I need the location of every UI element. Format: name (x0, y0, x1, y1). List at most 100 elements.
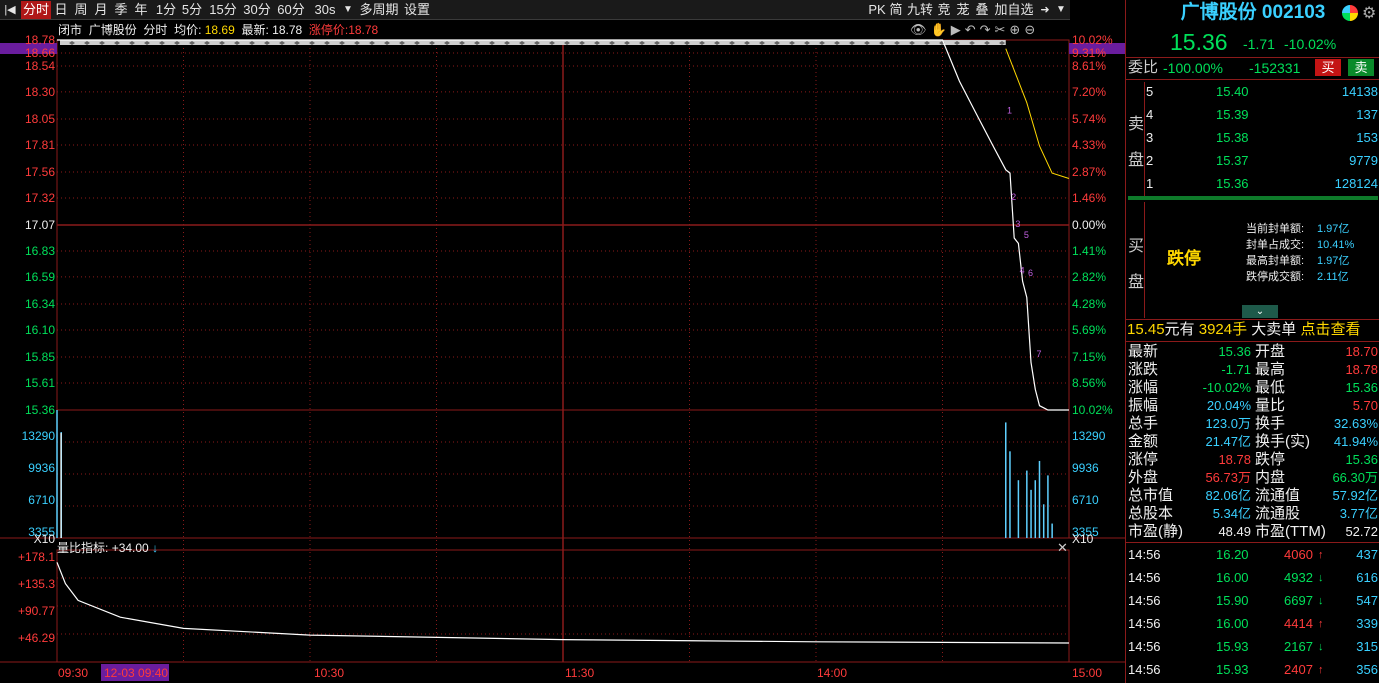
big-order-price: 15.45 (1127, 321, 1165, 338)
seal-info-label: 当前封单额: (1246, 223, 1305, 235)
chart-canvas: 1 2 3 4 5 6 7 (0, 39, 1125, 681)
tick-count: 616 (1356, 570, 1378, 585)
signal-marker: 1 (1007, 106, 1012, 116)
auction-button[interactable]: 竞 (936, 1, 952, 19)
buy-button[interactable]: 买 (1315, 59, 1341, 76)
quote-panel: 广博股份 002103 ⚙ 15.36 -1.71 -10.02% 委比 -10… (1125, 0, 1379, 683)
play-icon[interactable]: ▶ (951, 22, 965, 37)
stat-value: 32.63% (1333, 416, 1378, 431)
pct-tick-label: 4.28% (1072, 296, 1107, 311)
chart-tools: 👁✋▶↶↷✂⊕⊖ (910, 22, 1070, 38)
scissors-icon[interactable]: ✂ (995, 22, 1010, 37)
price-tick-label: 17.32 (24, 190, 55, 205)
tab-30s[interactable]: 30s (312, 1, 338, 19)
pk-button[interactable]: PK (868, 1, 886, 19)
stat-value: 57.92亿 (1332, 488, 1378, 503)
big-order-bar[interactable]: 15.45元有 3924手 大卖单 点击查看 (1127, 321, 1360, 339)
tab-year[interactable]: 年 (133, 1, 149, 19)
avg-value: 18.69 (204, 23, 235, 37)
tab-day[interactable]: 日 (53, 1, 69, 19)
seal-info-label: 跌停成交额: (1246, 271, 1305, 283)
more-chevron-icon[interactable]: ▼ (1054, 1, 1068, 19)
back-icon[interactable]: |◀ (1, 1, 19, 19)
jiao-button[interactable]: 茏 (955, 1, 971, 19)
pct-tick-label: 9.31% (1072, 45, 1107, 60)
big-order-link[interactable]: 点击查看 (1300, 321, 1360, 338)
intraday-chart[interactable]: 1 2 3 4 5 6 7 闭市 广博股份 分时 均价: 18.69 最新: 18.78 涨… (0, 20, 1125, 683)
latest-label: 最新: (241, 23, 269, 37)
big-order-label: 大卖单 (1251, 321, 1297, 338)
tab-month[interactable]: 月 (93, 1, 109, 19)
current-price: 15.36 (1170, 29, 1228, 55)
sell-button[interactable]: 卖 (1348, 59, 1374, 76)
price-tick-label: 17.07 (24, 218, 55, 232)
seal-info-value: 1.97亿 (1317, 223, 1350, 235)
seal-info-value: 2.11亿 (1317, 271, 1349, 283)
forward-icon[interactable]: ➜ (1037, 1, 1053, 19)
pie-icon[interactable] (1342, 5, 1358, 21)
stat-value: 5.70 (1352, 398, 1378, 413)
avg-label: 均价: (174, 23, 202, 37)
undo-icon[interactable]: ↶ (965, 22, 980, 37)
tab-1min[interactable]: 1分 (154, 1, 178, 19)
price-tick-label: 16.83 (24, 243, 55, 258)
hand-icon[interactable]: ✋ (931, 22, 951, 37)
tab-15min[interactable]: 15分 (208, 1, 238, 19)
pct-tick-label: 5.74% (1072, 111, 1107, 126)
price-tick-label: 17.56 (24, 164, 55, 179)
chart-stock-name: 广博股份 (88, 23, 137, 37)
limit-down-badge: 跌停 (1167, 249, 1201, 268)
tab-30min[interactable]: 30分 (242, 1, 272, 19)
market-status: 闭市 (58, 23, 83, 37)
nine-turn-button[interactable]: 九转 (906, 1, 934, 19)
weibi-diff: -152331 (1249, 60, 1301, 76)
sell-volume: 128124 (1334, 176, 1378, 191)
signal-marker: 4 (1020, 266, 1025, 276)
pct-tick-label: 7.20% (1072, 84, 1107, 99)
price-tick-label: 17.81 (24, 137, 55, 152)
simple-button[interactable]: 简 (888, 1, 904, 19)
sell-volume: 14138 (1341, 84, 1378, 99)
tab-multi-period[interactable]: 多周期 (358, 1, 400, 19)
chevron-down-icon[interactable]: ▼ (340, 1, 356, 19)
price-change-pct: -10.02% (1284, 36, 1337, 52)
add-watchlist-button[interactable]: 加自选 (993, 1, 1035, 19)
price-change: -1.71 (1243, 36, 1275, 52)
tick-count: 437 (1356, 547, 1378, 562)
indicator-label: 量比指标: (57, 541, 109, 555)
zoom-out-icon[interactable]: ⊖ (1024, 22, 1039, 37)
price-tick-label: 18.30 (24, 84, 55, 99)
indicator-arrow: ↓ (152, 541, 159, 555)
pct-tick-label: 8.61% (1072, 58, 1107, 73)
close-indicator-icon[interactable]: ✕ (1057, 540, 1068, 556)
tab-fenshi[interactable]: 分时 (21, 1, 51, 19)
pct-tick-label: 10.02% (1072, 33, 1113, 47)
tick-count: 356 (1356, 662, 1378, 677)
redo-icon[interactable]: ↷ (980, 22, 995, 37)
tab-season[interactable]: 季 (113, 1, 129, 19)
time-tick-label: 10:30 (314, 666, 345, 680)
volume-tick-label-right: 13290 (1072, 428, 1106, 443)
settings-button[interactable]: 设置 (402, 1, 432, 19)
eye-icon[interactable]: 👁 (910, 22, 931, 37)
latest-value: 18.78 (272, 23, 303, 37)
limit-band (60, 40, 1006, 45)
time-tick-label: 09:30 (58, 666, 89, 680)
tab-5min[interactable]: 5分 (180, 1, 204, 19)
time-tick-label: 12-03 09:40 (104, 666, 169, 680)
buy-side-label-2: 盘 (1128, 274, 1145, 291)
overlay-button[interactable]: 叠 (974, 1, 990, 19)
expand-chevron-icon[interactable]: ⌄ (1242, 305, 1278, 318)
tick-count: 547 (1356, 593, 1378, 608)
indicator-value: +34.00 (111, 541, 149, 555)
pct-tick-label: 0.00% (1072, 218, 1107, 232)
tab-week[interactable]: 周 (73, 1, 89, 19)
pct-tick-label: 2.87% (1072, 164, 1107, 179)
weibi-label: 委比 (1128, 59, 1159, 76)
sell-volume: 137 (1356, 107, 1378, 122)
tab-60min[interactable]: 60分 (276, 1, 306, 19)
gear-icon[interactable]: ⚙ (1362, 3, 1376, 23)
price-tick-label: 15.85 (24, 349, 55, 364)
zoom-in-icon[interactable]: ⊕ (1009, 22, 1024, 37)
limit-up-label: 涨停价: (308, 23, 349, 37)
